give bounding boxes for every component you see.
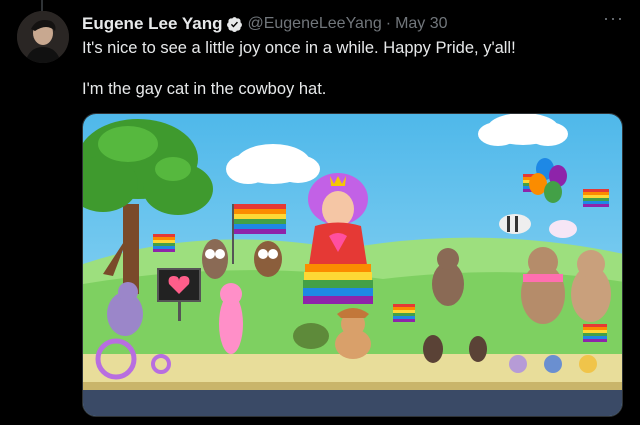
snail-characters xyxy=(509,355,597,373)
pride-parade-illustration xyxy=(83,114,622,416)
drag-queen-character xyxy=(303,173,373,304)
cat-character xyxy=(335,308,371,359)
road xyxy=(83,390,622,416)
header-separator: · xyxy=(385,15,392,32)
author-handle[interactable]: @EugeneLeeYang xyxy=(247,15,381,33)
dolphin-character xyxy=(219,283,243,354)
owl-character xyxy=(202,239,228,279)
author-name[interactable]: Eugene Lee Yang xyxy=(82,14,222,34)
unicorn-character xyxy=(549,220,577,238)
tree-trunk xyxy=(123,204,139,294)
tweet-date[interactable]: May 30 xyxy=(395,15,447,33)
turtle-character xyxy=(293,323,329,349)
tweet-header: Eugene Lee Yang @EugeneLeeYang · May 30 xyxy=(82,12,448,36)
tweet-text-line-1: It's nice to see a little joy once in a … xyxy=(82,39,516,57)
verified-badge-icon xyxy=(227,16,243,32)
tweet-media-image[interactable] xyxy=(82,113,623,417)
owl-character-2 xyxy=(254,241,282,277)
avatar-image xyxy=(17,11,69,63)
more-options-icon[interactable]: ··· xyxy=(603,8,624,29)
zebra-character xyxy=(499,214,531,234)
tweet-text-line-2: I'm the gay cat in the cowboy hat. xyxy=(82,80,327,98)
avatar[interactable] xyxy=(17,11,69,63)
